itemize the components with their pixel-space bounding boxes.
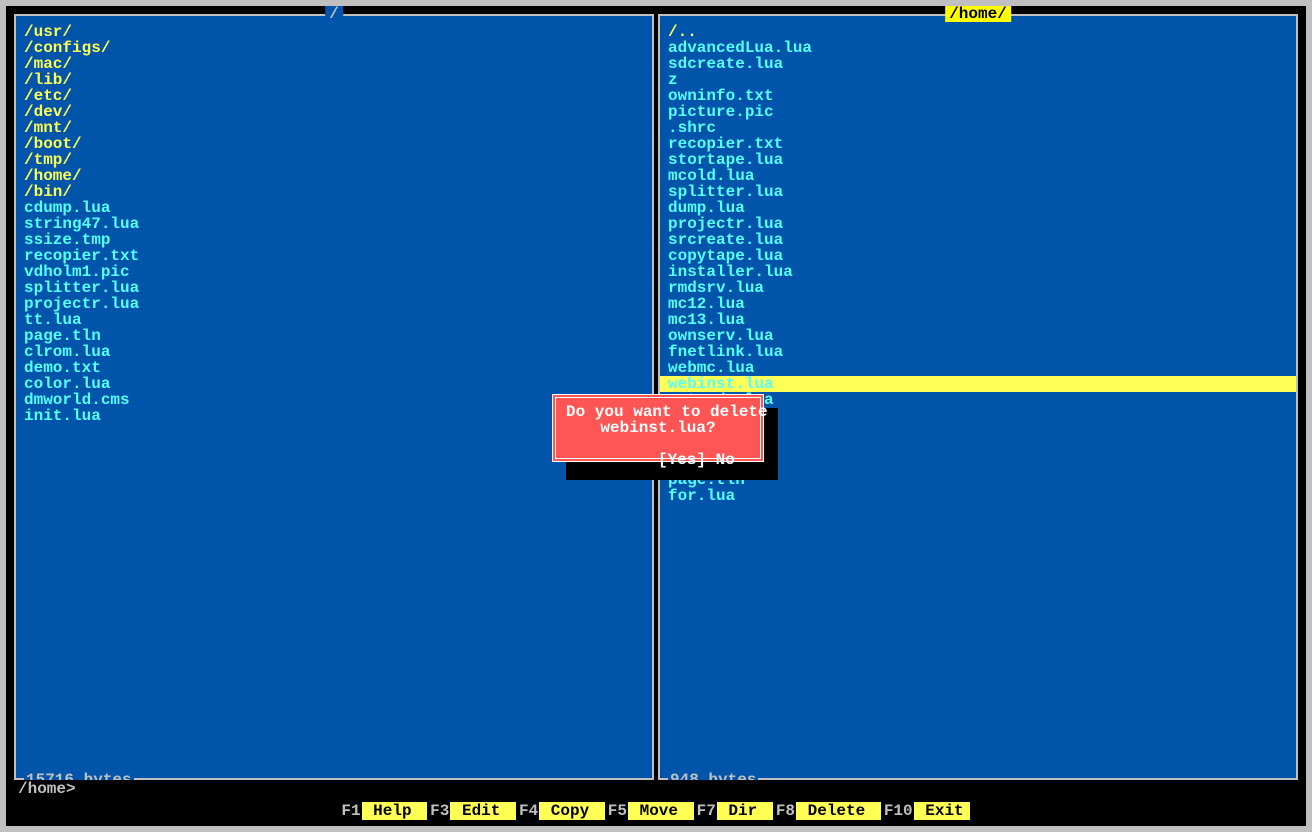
list-item[interactable]: vdholm1.pic xyxy=(24,264,652,280)
fkey-dir[interactable]: F7 Dir xyxy=(696,802,775,820)
dialog-options: [Yes] No xyxy=(566,436,750,452)
command-line[interactable]: /home> xyxy=(14,780,1298,798)
fkey-label: Edit xyxy=(450,802,516,820)
list-item[interactable]: picture.pic xyxy=(668,104,1296,120)
function-key-bar: F1 Help F3 Edit F4 Copy F5 Move F7 Dir F… xyxy=(8,802,1304,820)
list-item[interactable]: recopier.txt xyxy=(24,248,652,264)
list-item[interactable]: /.. xyxy=(668,24,1296,40)
list-item[interactable]: /tmp/ xyxy=(24,152,652,168)
screen: / /usr//configs//mac//lib//etc//dev//mnt… xyxy=(0,0,1312,832)
fkey-num: F8 xyxy=(775,802,796,820)
list-item[interactable]: z xyxy=(668,72,1296,88)
list-item[interactable]: splitter.lua xyxy=(24,280,652,296)
fkey-exit[interactable]: F10 Exit xyxy=(883,802,972,820)
list-item[interactable]: /home/ xyxy=(24,168,652,184)
list-item[interactable]: /etc/ xyxy=(24,88,652,104)
list-item[interactable]: /boot/ xyxy=(24,136,652,152)
list-item[interactable]: /lib/ xyxy=(24,72,652,88)
list-item[interactable]: webinst.lua xyxy=(668,376,1296,392)
fkey-label: Delete xyxy=(796,802,881,820)
list-item[interactable]: ownserv.lua xyxy=(668,328,1296,344)
list-item[interactable]: owninfo.txt xyxy=(668,88,1296,104)
dialog-line-1: Do you want to delete xyxy=(566,404,750,420)
list-item[interactable]: demo.txt xyxy=(24,360,652,376)
list-item[interactable]: /dev/ xyxy=(24,104,652,120)
fkey-num: F5 xyxy=(607,802,628,820)
list-item[interactable]: fnetlink.lua xyxy=(668,344,1296,360)
list-item[interactable]: cdump.lua xyxy=(24,200,652,216)
fkey-move[interactable]: F5 Move xyxy=(607,802,696,820)
list-item[interactable]: mc12.lua xyxy=(668,296,1296,312)
dialog-yes-button[interactable]: [Yes] xyxy=(658,451,706,469)
fkey-label: Dir xyxy=(717,802,773,820)
list-item[interactable]: /configs/ xyxy=(24,40,652,56)
list-item[interactable]: /mnt/ xyxy=(24,120,652,136)
fkey-label: Move xyxy=(628,802,694,820)
fkey-label: Copy xyxy=(539,802,605,820)
list-item[interactable]: projectr.lua xyxy=(668,216,1296,232)
list-item[interactable]: dump.lua xyxy=(668,200,1296,216)
fkey-copy[interactable]: F4 Copy xyxy=(518,802,607,820)
list-item[interactable]: copytape.lua xyxy=(668,248,1296,264)
list-item[interactable]: color.lua xyxy=(24,376,652,392)
fkey-num: F10 xyxy=(883,802,914,820)
left-panel-title: / xyxy=(325,6,343,22)
fkey-label: Help xyxy=(362,802,428,820)
list-item[interactable]: splitter.lua xyxy=(668,184,1296,200)
fkey-num: F7 xyxy=(696,802,717,820)
list-item[interactable]: projectr.lua xyxy=(24,296,652,312)
list-item[interactable]: .shrc xyxy=(668,120,1296,136)
list-item[interactable]: /usr/ xyxy=(24,24,652,40)
list-item[interactable]: ssize.tmp xyxy=(24,232,652,248)
fkey-help[interactable]: F1 Help xyxy=(340,802,429,820)
list-item[interactable]: /mac/ xyxy=(24,56,652,72)
list-item[interactable]: clrom.lua xyxy=(24,344,652,360)
list-item[interactable]: mcold.lua xyxy=(668,168,1296,184)
list-item[interactable]: stortape.lua xyxy=(668,152,1296,168)
fkey-num: F4 xyxy=(518,802,539,820)
list-item[interactable]: srcreate.lua xyxy=(668,232,1296,248)
list-item[interactable]: mc13.lua xyxy=(668,312,1296,328)
list-item[interactable]: advancedLua.lua xyxy=(668,40,1296,56)
list-item[interactable]: installer.lua xyxy=(668,264,1296,280)
dialog-line-2: webinst.lua? xyxy=(566,420,750,436)
list-item[interactable]: tt.lua xyxy=(24,312,652,328)
list-item[interactable]: sdcreate.lua xyxy=(668,56,1296,72)
list-item[interactable]: for.lua xyxy=(668,488,1296,504)
inner-border: / /usr//configs//mac//lib//etc//dev//mnt… xyxy=(6,6,1306,826)
list-item[interactable]: rmdsrv.lua xyxy=(668,280,1296,296)
list-item[interactable]: /bin/ xyxy=(24,184,652,200)
dialog-no-button[interactable]: No xyxy=(716,451,735,469)
list-item[interactable]: page.tln xyxy=(24,328,652,344)
fkey-delete[interactable]: F8 Delete xyxy=(775,802,883,820)
fkey-label: Exit xyxy=(914,802,970,820)
list-item[interactable]: recopier.txt xyxy=(668,136,1296,152)
fkey-num: F1 xyxy=(340,802,361,820)
fkey-num: F3 xyxy=(429,802,450,820)
fkey-edit[interactable]: F3 Edit xyxy=(429,802,518,820)
list-item[interactable]: webmc.lua xyxy=(668,360,1296,376)
command-prompt: /home> xyxy=(18,780,76,798)
delete-confirm-dialog[interactable]: Do you want to delete webinst.lua? [Yes]… xyxy=(552,394,764,462)
list-item[interactable]: string47.lua xyxy=(24,216,652,232)
right-panel-title: /home/ xyxy=(945,6,1011,22)
